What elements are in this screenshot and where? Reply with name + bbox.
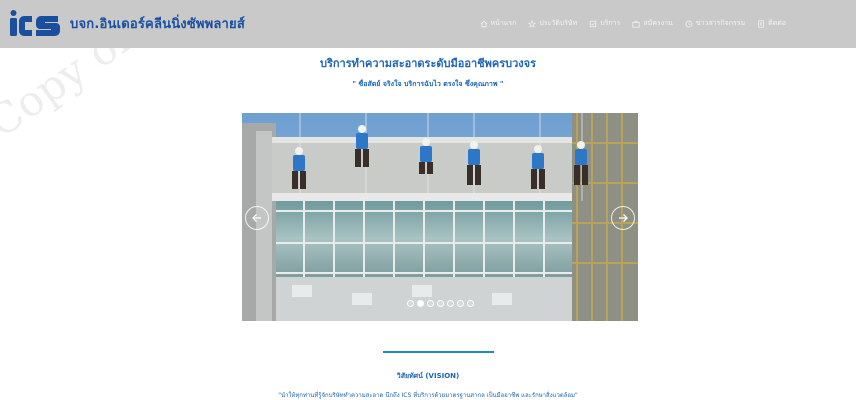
section-divider xyxy=(383,351,494,353)
logo-icon xyxy=(10,10,62,36)
news-icon xyxy=(685,20,693,27)
menu-item-contact[interactable]: ติดต่อ xyxy=(757,18,786,29)
menu-item-service[interactable]: บริการ xyxy=(589,18,620,29)
menu-item-contact-label: ติดต่อ xyxy=(768,19,786,27)
home-icon xyxy=(480,20,487,27)
service-icon xyxy=(590,20,597,27)
carousel-indicator-dot[interactable] xyxy=(466,300,474,307)
arrow-left-icon xyxy=(252,214,261,222)
carousel-slide-image xyxy=(242,113,638,321)
page-title: บริการทำความสะอาดระดับมืออาชีพครบวงจร xyxy=(319,57,537,70)
menu-item-history-label: ประวัติบริษัท xyxy=(539,19,578,27)
menu-item-news[interactable]: ข่าวสารกิจกรรม xyxy=(685,18,745,29)
navbar: บจก.อินเดอร์คลีนนิ่งซัพพลายส์ หน้าแรก ปร… xyxy=(0,0,856,48)
page: Copy of ICS บจก.อินเดอร์คลีนนิ่งซัพพลายส… xyxy=(0,0,856,400)
vision-text: "นำให้ทุกท่านที่รู้จักบริษัททำความสะอาด … xyxy=(278,392,578,399)
menu-item-news-label: ข่าวสารกิจกรรม xyxy=(695,19,746,27)
carousel-indicators xyxy=(242,300,638,307)
logo[interactable]: บจก.อินเดอร์คลีนนิ่งซัพพลายส์ xyxy=(10,10,245,36)
menu-item-service-label: บริการ xyxy=(600,19,621,27)
menu-item-history[interactable]: ประวัติบริษัท xyxy=(528,18,577,29)
company-name: บจก.อินเดอร์คลีนนิ่งซัพพลายส์ xyxy=(70,16,246,32)
history-icon xyxy=(528,19,537,28)
menu-item-jobs[interactable]: สมัครงาน xyxy=(632,18,673,29)
carousel-indicator-dot[interactable] xyxy=(436,300,444,307)
menu-item-jobs-label: สมัครงาน xyxy=(643,19,673,27)
carousel-indicator-dot[interactable] xyxy=(456,300,464,307)
slogan: " ซื่อสัตย์ จริงใจ บริการฉับไว ตรงใจ ซึ่… xyxy=(352,80,504,88)
carousel-next-button[interactable] xyxy=(611,206,635,230)
menu-item-home[interactable]: หน้าแรก xyxy=(480,18,517,29)
carousel-prev-button[interactable] xyxy=(245,206,269,230)
carousel-indicator-dot[interactable] xyxy=(416,300,424,307)
image-carousel[interactable] xyxy=(242,113,638,321)
job-icon xyxy=(632,20,640,28)
menu-item-home-label: หน้าแรก xyxy=(490,19,517,27)
vision-title: วิสัยทัศน์ (VISION) xyxy=(396,372,460,380)
contact-icon xyxy=(758,19,764,28)
carousel-indicator-dot[interactable] xyxy=(406,300,414,307)
main-menu: หน้าแรก ประวัติบริษัท บริการ สมัครงาน ข่… xyxy=(480,18,786,29)
arrow-right-icon xyxy=(619,214,628,222)
carousel-indicator-dot[interactable] xyxy=(426,300,434,307)
carousel-indicator-dot[interactable] xyxy=(446,300,454,307)
